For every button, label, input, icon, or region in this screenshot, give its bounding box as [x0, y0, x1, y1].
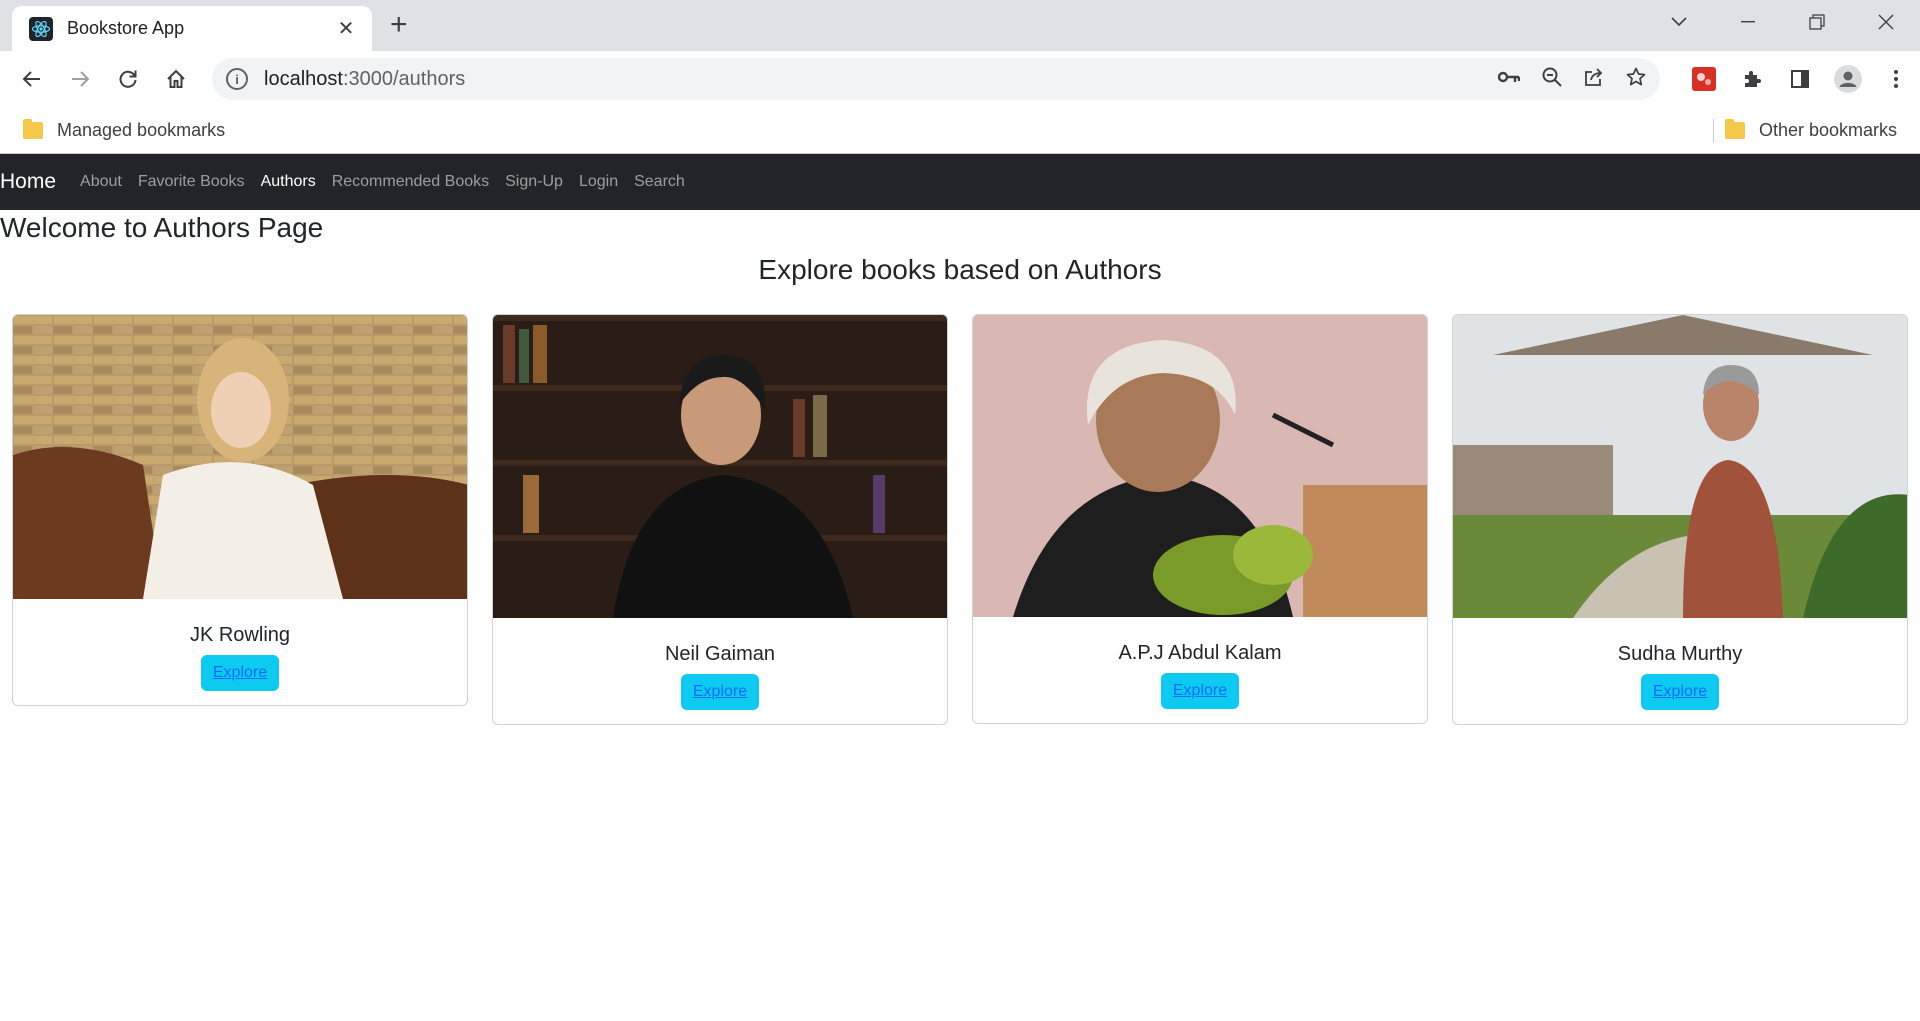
browser-toolbar: i localhost:3000/authors — [0, 51, 1920, 107]
explore-button[interactable]: Explore — [680, 674, 760, 710]
browser-tabstrip: Bookstore App ✕ + — [0, 0, 1920, 51]
tab-title: Bookstore App — [67, 18, 185, 38]
author-cards: JK Rowling Explore Neil Gaiman Explore A… — [0, 314, 1920, 814]
profile-avatar-icon[interactable] — [1824, 59, 1872, 99]
extension-icons — [1680, 59, 1920, 99]
author-name: Sudha Murthy — [1617, 643, 1743, 665]
card-body: JK Rowling Explore — [13, 599, 467, 705]
author-card: Sudha Murthy Explore — [1452, 314, 1908, 725]
author-card: A.P.J Abdul Kalam Explore — [972, 314, 1428, 724]
page-subtitle: Explore books based on Authors — [758, 254, 1162, 285]
forward-icon[interactable] — [56, 59, 104, 99]
browser-tab[interactable]: Bookstore App ✕ — [12, 6, 372, 51]
url-path: :3000/authors — [342, 67, 466, 90]
omnibox-actions — [1497, 58, 1646, 100]
card-body: A.P.J Abdul Kalam Explore — [973, 617, 1427, 723]
bookmarks-bar: Managed bookmarks Other bookmarks — [0, 107, 1920, 154]
address-bar[interactable]: i localhost:3000/authors — [212, 58, 1660, 100]
explore-button[interactable]: Explore — [1160, 673, 1240, 709]
close-tab-icon[interactable]: ✕ — [334, 16, 358, 41]
bookmark-managed[interactable]: Managed bookmarks — [23, 118, 226, 141]
bookmark-other[interactable]: Other bookmarks — [1724, 118, 1897, 141]
new-tab-icon[interactable]: + — [390, 10, 408, 40]
side-panel-icon[interactable] — [1776, 59, 1824, 99]
nav-link-recommended-books[interactable]: Recommended Books — [332, 173, 489, 191]
explore-button[interactable]: Explore — [1640, 674, 1720, 710]
other-bookmarks-label: Other bookmarks — [1758, 119, 1897, 140]
bookmark-star-icon[interactable] — [1626, 67, 1646, 92]
author-card: JK Rowling Explore — [12, 314, 468, 706]
nav-link-about[interactable]: About — [80, 173, 122, 191]
share-icon[interactable] — [1584, 67, 1604, 92]
bookmark-label: Managed bookmarks — [57, 119, 226, 140]
extension-red-icon[interactable] — [1680, 59, 1728, 99]
react-favicon-icon — [29, 16, 53, 41]
tab-search-icon[interactable] — [1644, 0, 1713, 44]
author-photo — [13, 315, 467, 599]
author-name: Neil Gaiman — [664, 643, 776, 665]
browser-menu-icon[interactable] — [1872, 59, 1920, 99]
folder-icon — [23, 118, 43, 139]
reload-icon[interactable] — [104, 59, 152, 99]
url-host: localhost — [264, 67, 343, 90]
nav-link-search[interactable]: Search — [634, 173, 685, 191]
author-photo — [493, 315, 947, 618]
nav-link-sign-up[interactable]: Sign-Up — [505, 173, 563, 191]
nav-link-login[interactable]: Login — [579, 173, 618, 191]
bookmarks-divider — [1713, 119, 1714, 143]
back-icon[interactable] — [8, 59, 56, 99]
card-body: Sudha Murthy Explore — [1453, 618, 1907, 724]
key-icon[interactable] — [1497, 70, 1521, 89]
explore-button[interactable]: Explore — [200, 655, 280, 691]
zoom-out-icon[interactable] — [1542, 67, 1562, 92]
folder-icon — [1724, 118, 1745, 139]
nav-link-favorite-books[interactable]: Favorite Books — [138, 173, 245, 191]
extensions-puzzle-icon[interactable] — [1728, 59, 1776, 99]
page-title: Welcome to Authors Page — [0, 212, 324, 243]
site-navbar: Home About Favorite Books Authors Recomm… — [0, 154, 1920, 210]
author-card: Neil Gaiman Explore — [492, 314, 948, 725]
author-photo — [973, 315, 1427, 617]
home-icon[interactable] — [152, 59, 200, 99]
close-window-icon[interactable] — [1851, 0, 1920, 44]
author-photo — [1453, 315, 1907, 618]
card-body: Neil Gaiman Explore — [493, 618, 947, 724]
nav-brand-home[interactable]: Home — [0, 170, 56, 194]
author-name: JK Rowling — [189, 624, 291, 646]
nav-link-authors[interactable]: Authors — [261, 173, 316, 191]
site-info-icon[interactable]: i — [226, 68, 248, 90]
minimize-icon[interactable] — [1713, 0, 1782, 44]
author-name: A.P.J Abdul Kalam — [1118, 642, 1282, 664]
restore-icon[interactable] — [1782, 0, 1851, 44]
window-controls — [1644, 0, 1920, 44]
